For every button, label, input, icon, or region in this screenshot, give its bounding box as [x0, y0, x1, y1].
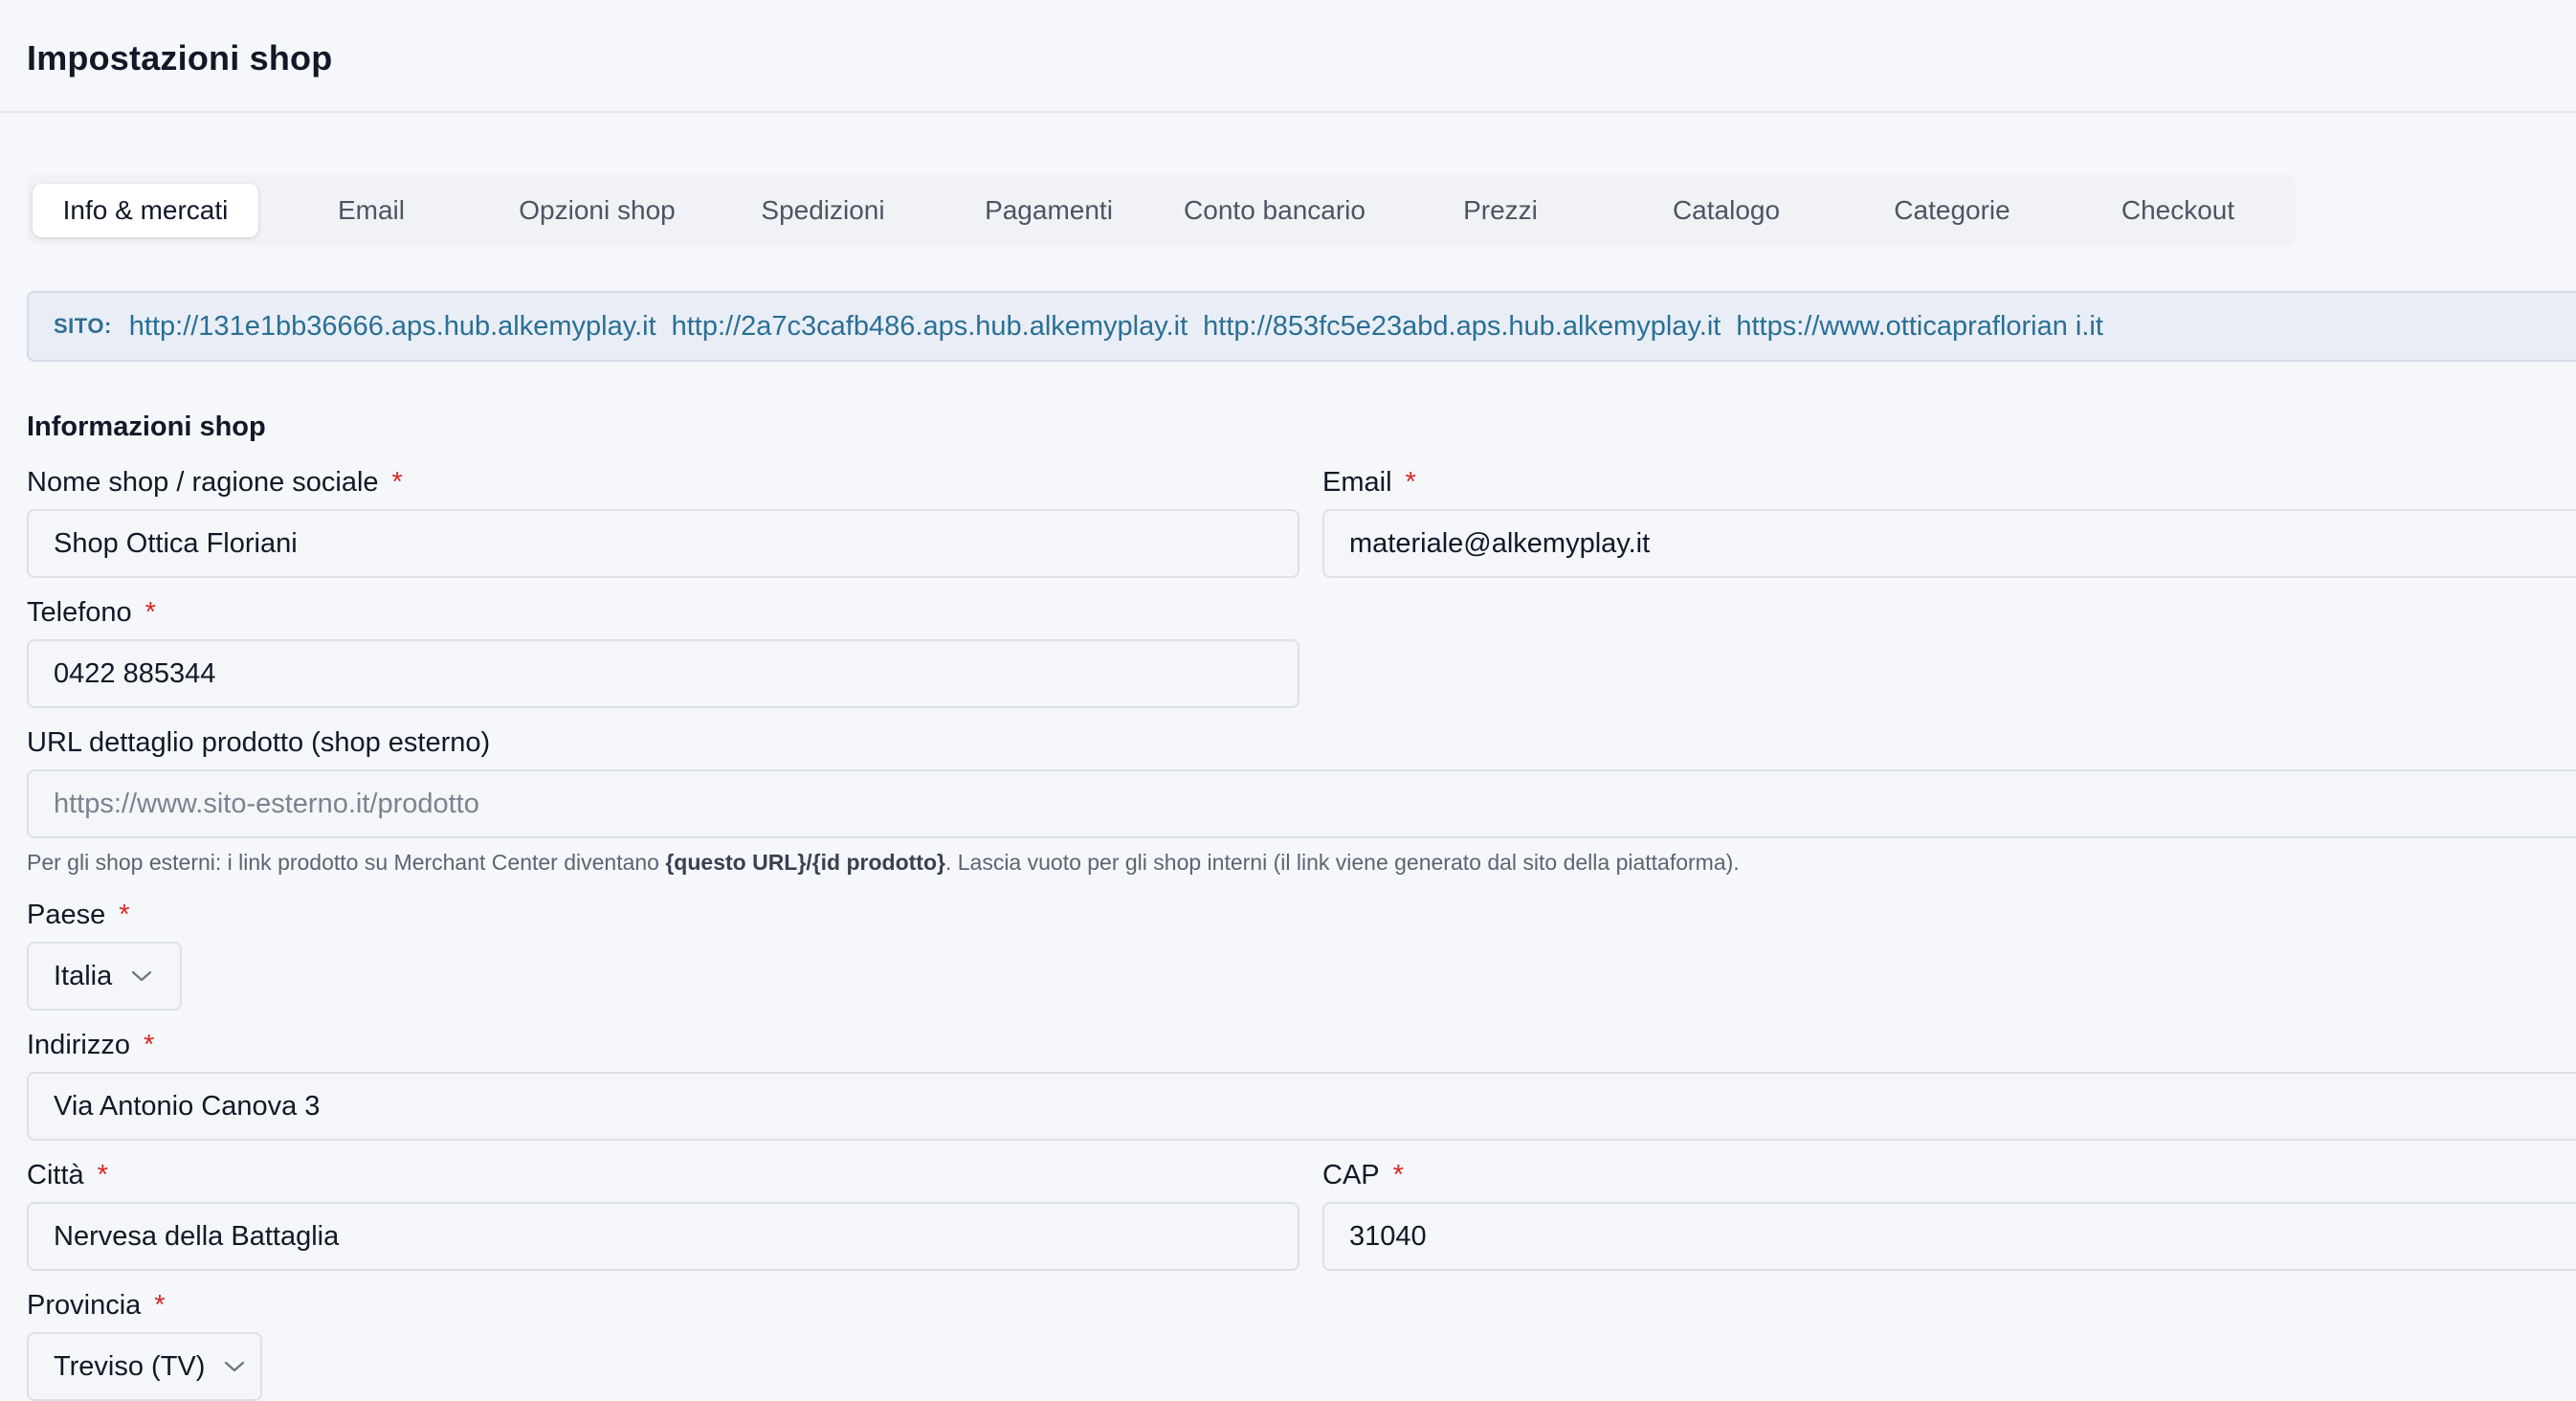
phone-label-text: Telefono: [27, 597, 132, 628]
product-url-help: Per gli shop esterni: i link prodotto su…: [27, 850, 1740, 876]
email-label-text: Email: [1322, 467, 1392, 498]
tab-email[interactable]: Email: [258, 184, 484, 237]
province-label: Provincia *: [27, 1290, 166, 1322]
tab-pagamenti[interactable]: Pagamenti: [936, 184, 1162, 237]
tab-opzioni-shop[interactable]: Opzioni shop: [484, 184, 710, 237]
phone-label: Telefono *: [27, 597, 156, 629]
chevron-down-icon: [131, 969, 152, 983]
country-label-text: Paese: [27, 900, 106, 930]
required-marker: *: [1392, 1160, 1404, 1190]
country-label: Paese *: [27, 900, 130, 931]
required-marker: *: [97, 1160, 108, 1190]
shop-name-label: Nome shop / ragione sociale *: [27, 467, 403, 499]
country-value: Italia: [54, 960, 113, 991]
phone-input[interactable]: 0422 885344: [27, 639, 1299, 708]
required-marker: *: [1405, 467, 1416, 498]
page-header: Impostazioni shop: [0, 0, 2576, 113]
address-label: Indirizzo *: [27, 1030, 154, 1061]
shop-name-label-text: Nome shop / ragione sociale: [27, 467, 379, 498]
country-select[interactable]: Italia: [27, 942, 182, 1011]
product-url-label: URL dettaglio prodotto (shop esterno): [27, 727, 491, 758]
settings-tabs: Info & mercati Email Opzioni shop Spediz…: [27, 174, 2297, 245]
address-input[interactable]: Via Antonio Canova 3: [27, 1072, 2576, 1141]
province-select[interactable]: Treviso (TV): [27, 1332, 262, 1401]
site-label: SITO:: [54, 314, 112, 338]
cap-label-text: CAP: [1322, 1160, 1380, 1190]
product-url-input[interactable]: https://www.sito-esterno.it/prodotto: [27, 769, 2576, 838]
city-label: Città *: [27, 1160, 108, 1191]
shop-name-input[interactable]: Shop Ottica Floriani: [27, 509, 1299, 578]
help-text: Per gli shop esterni: i link prodotto su…: [27, 850, 666, 875]
tab-checkout[interactable]: Checkout: [2065, 184, 2291, 237]
tab-info-mercati[interactable]: Info & mercati: [33, 184, 258, 237]
email-label: Email *: [1322, 467, 1416, 499]
help-code: {questo URL}/{id prodotto}: [665, 850, 945, 875]
address-label-text: Indirizzo: [27, 1030, 130, 1060]
required-marker: *: [154, 1290, 166, 1321]
tab-conto-bancario[interactable]: Conto bancario: [1162, 184, 1388, 237]
help-text: . Lascia vuoto per gli shop interni (il …: [944, 850, 1740, 875]
site-link[interactable]: https://www.otticapraflorian i.it: [1736, 311, 2103, 343]
province-label-text: Provincia: [27, 1290, 142, 1321]
chevron-down-icon: [224, 1360, 245, 1373]
city-input[interactable]: Nervesa della Battaglia: [27, 1202, 1299, 1271]
city-label-text: Città: [27, 1160, 84, 1190]
cap-input[interactable]: 31040: [1322, 1202, 2576, 1271]
required-marker: *: [144, 597, 156, 628]
cap-label: CAP *: [1322, 1160, 1404, 1191]
site-urls-banner: SITO: http://131e1bb36666.aps.hub.alkemy…: [27, 291, 2576, 362]
page-title: Impostazioni shop: [27, 38, 333, 78]
required-marker: *: [391, 467, 403, 498]
site-link[interactable]: http://131e1bb36666.aps.hub.alkemyplay.i…: [129, 311, 656, 343]
province-value: Treviso (TV): [54, 1350, 206, 1382]
email-input[interactable]: materiale@alkemyplay.it: [1322, 509, 2576, 578]
tab-catalogo[interactable]: Catalogo: [1613, 184, 1839, 237]
tab-prezzi[interactable]: Prezzi: [1388, 184, 1613, 237]
required-marker: *: [119, 900, 130, 930]
required-marker: *: [144, 1030, 155, 1060]
section-title: Informazioni shop: [27, 411, 266, 442]
site-link[interactable]: http://2a7c3cafb486.aps.hub.alkemyplay.i…: [672, 311, 1188, 343]
tab-spedizioni[interactable]: Spedizioni: [710, 184, 936, 237]
site-link[interactable]: http://853fc5e23abd.aps.hub.alkemyplay.i…: [1203, 311, 1721, 343]
tab-categorie[interactable]: Categorie: [1839, 184, 2065, 237]
